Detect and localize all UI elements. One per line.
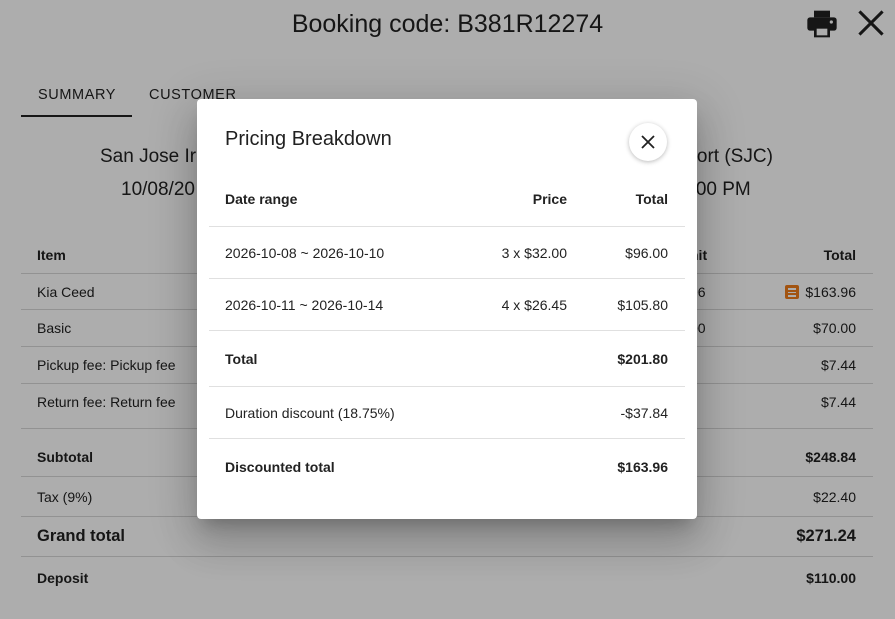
discounted-total-value: $163.96 — [617, 459, 668, 475]
date-range: 2026-10-08 ~ 2026-10-10 — [225, 245, 385, 261]
column-header-total: Total — [635, 191, 668, 207]
discount-label: Duration discount (18.75%) — [225, 405, 395, 421]
pricing-total-row: Total $201.80 — [209, 331, 685, 387]
pricing-breakdown-dialog: Pricing Breakdown Date range Price Total… — [197, 99, 697, 519]
total-value: $201.80 — [617, 351, 668, 367]
row-total: $105.80 — [617, 297, 668, 313]
pricing-header-row: Date range Price Total — [209, 177, 685, 227]
dialog-title: Pricing Breakdown — [225, 128, 392, 150]
dialog-close-button[interactable] — [629, 123, 667, 161]
price: 3 x $32.00 — [501, 245, 567, 261]
price: 4 x $26.45 — [501, 297, 567, 313]
discounted-total-row: Discounted total $163.96 — [209, 439, 685, 489]
close-icon — [641, 135, 655, 149]
pricing-row: 2026-10-08 ~ 2026-10-10 3 x $32.00 $96.0… — [209, 227, 685, 279]
discount-row: Duration discount (18.75%) -$37.84 — [209, 387, 685, 439]
pricing-row: 2026-10-11 ~ 2026-10-14 4 x $26.45 $105.… — [209, 279, 685, 331]
discounted-total-label: Discounted total — [225, 459, 335, 475]
total-label: Total — [225, 351, 258, 367]
column-header-date-range: Date range — [225, 191, 298, 207]
column-header-price: Price — [532, 191, 567, 207]
discount-value: -$37.84 — [620, 405, 668, 421]
row-total: $96.00 — [625, 245, 668, 261]
date-range: 2026-10-11 ~ 2026-10-14 — [225, 297, 384, 313]
